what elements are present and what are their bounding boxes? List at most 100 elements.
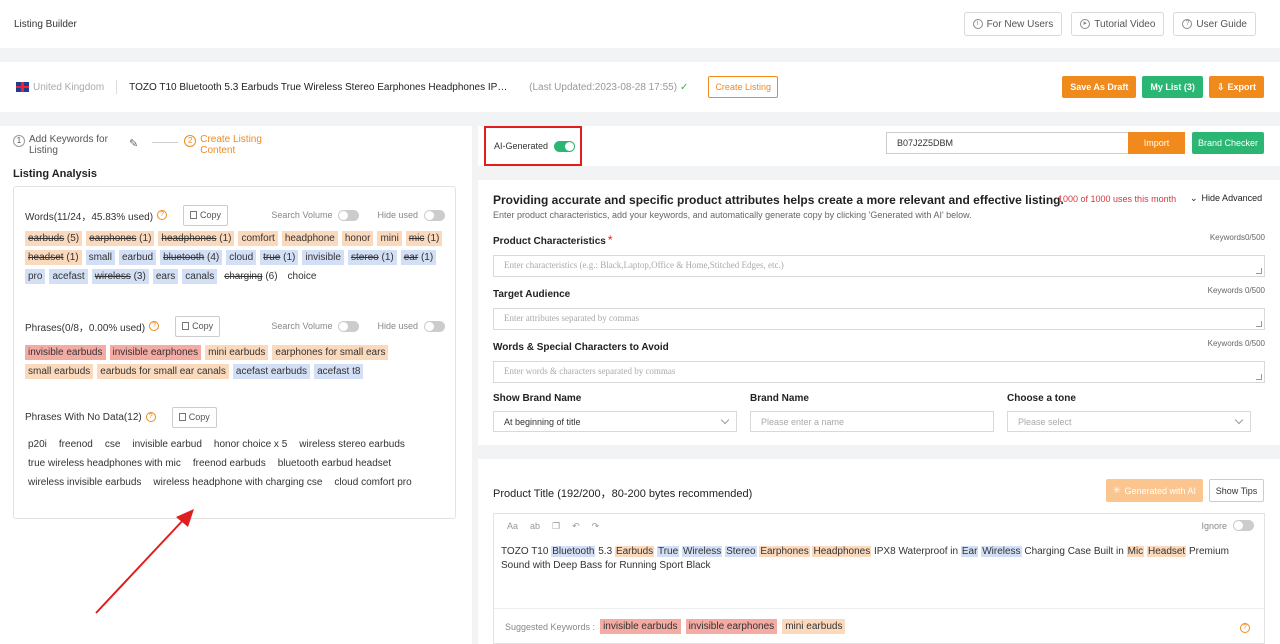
brand-name-input[interactable]: Please enter a name xyxy=(750,411,994,432)
word-chip[interactable]: cloud xyxy=(226,250,257,265)
word-chip[interactable]: earphones (1) xyxy=(86,231,155,246)
title-segment: 5.3 xyxy=(595,546,615,557)
word-chip[interactable]: invisible xyxy=(302,250,344,265)
product-characteristics-input[interactable]: Enter characteristics (e.g.: Black,Lapto… xyxy=(493,255,1265,277)
word-chip[interactable]: stereo (1) xyxy=(347,250,397,265)
asin-input[interactable]: B07J2Z5DBM xyxy=(886,132,1130,154)
nodata-chip[interactable]: invisible earbud xyxy=(129,437,205,452)
word-chip[interactable]: headphones (1) xyxy=(158,231,235,246)
search-volume-toggle[interactable] xyxy=(338,320,360,332)
nodata-chip[interactable]: freenod xyxy=(55,437,96,452)
word-chip[interactable]: acefast xyxy=(49,269,88,284)
edit-icon[interactable]: ✎ xyxy=(129,137,138,150)
undo-icon[interactable]: ↶ xyxy=(572,521,580,532)
case-icon[interactable]: Aa xyxy=(507,521,518,531)
uses-counter: 1000 of 1000 uses this month xyxy=(1058,194,1177,204)
my-list-button[interactable]: My List (3) xyxy=(1142,76,1203,98)
word-chip[interactable]: bluetooth (4) xyxy=(160,250,223,265)
nodata-chip[interactable]: freenod earbuds xyxy=(189,456,269,471)
word-chip[interactable]: ear (1) xyxy=(400,250,437,265)
tone-select[interactable]: Please select xyxy=(1007,411,1251,432)
form-heading: Providing accurate and specific product … xyxy=(493,193,1064,207)
keyword-highlight: Headphones xyxy=(812,546,872,557)
show-brand-name-field: Show Brand Name At beginning of title xyxy=(493,393,737,432)
ignore-toggle[interactable] xyxy=(1233,520,1254,531)
hide-used-toggle[interactable] xyxy=(424,209,445,221)
step-add-keywords[interactable]: 1 Add Keywords for Listing xyxy=(13,134,119,156)
save-as-draft-button[interactable]: Save As Draft xyxy=(1062,76,1137,98)
copy-icon[interactable]: ❐ xyxy=(552,521,560,532)
word-chip[interactable]: comfort xyxy=(238,231,278,246)
brand-checker-button[interactable]: Brand Checker xyxy=(1192,132,1264,154)
phrase-chip[interactable]: earphones for small ears xyxy=(272,345,389,360)
phrase-chip[interactable]: invisible earphones xyxy=(109,345,202,360)
word-chip[interactable]: earbud xyxy=(118,250,157,265)
word-chip[interactable]: choice xyxy=(284,269,320,284)
nodata-chip[interactable]: wireless invisible earbuds xyxy=(25,475,145,490)
word-chip[interactable]: honor xyxy=(341,231,374,246)
suggested-keyword-chip[interactable]: mini earbuds xyxy=(782,619,846,634)
word-chip[interactable]: mic (1) xyxy=(405,231,443,246)
copy-words-button[interactable]: Copy xyxy=(183,204,229,226)
word-chip[interactable]: mini xyxy=(377,231,402,246)
nodata-chip[interactable]: cloud comfort pro xyxy=(331,475,415,490)
lowercase-icon[interactable]: ab xyxy=(530,521,540,531)
export-button[interactable]: ⇩ Export xyxy=(1208,76,1264,98)
show-brand-name-select[interactable]: At beginning of title xyxy=(493,411,737,432)
copy-nodata-button[interactable]: Copy xyxy=(171,406,217,428)
help-icon[interactable]: ? xyxy=(1240,623,1250,633)
word-chip[interactable]: charging (6) xyxy=(221,269,281,284)
words-to-avoid-input[interactable]: Enter words & characters separated by co… xyxy=(493,361,1265,383)
step-create-listing-content[interactable]: 2 Create Listing Content xyxy=(184,134,272,156)
word-chip[interactable]: canals xyxy=(182,269,218,284)
phrases-section: Phrases(0/8，0.00% used) ? Copy Search Vo… xyxy=(25,315,445,379)
word-chip[interactable]: wireless (3) xyxy=(91,269,149,284)
word-chip[interactable]: earbuds (5) xyxy=(25,231,83,246)
help-icon[interactable]: ? xyxy=(145,412,156,422)
phrase-chip[interactable]: acefast earbuds xyxy=(232,364,311,379)
word-chip[interactable]: headphone xyxy=(281,231,338,246)
nodata-chip[interactable]: honor choice x 5 xyxy=(210,437,291,452)
nodata-chip[interactable]: wireless headphone with charging cse xyxy=(150,475,326,490)
hide-advanced-toggle[interactable]: ⌄ Hide Advanced xyxy=(1190,193,1262,204)
generated-with-ai-button[interactable]: ✳ Generated with AI xyxy=(1106,479,1203,502)
ai-generated-toggle[interactable] xyxy=(554,140,576,152)
user-guide-button[interactable]: ? User Guide xyxy=(1173,12,1256,36)
nodata-chip[interactable]: bluetooth earbud headset xyxy=(274,456,395,471)
help-icon[interactable]: ? xyxy=(157,210,168,220)
country-selector[interactable]: United Kingdom xyxy=(16,82,104,93)
copy-phrases-button[interactable]: Copy xyxy=(175,315,221,337)
keyword-highlight: Wireless xyxy=(681,546,723,557)
help-icon[interactable]: ? xyxy=(149,321,160,331)
word-chip[interactable]: headset (1) xyxy=(25,250,82,265)
chevron-down-icon: ⌄ xyxy=(1190,193,1198,203)
import-button[interactable]: Import xyxy=(1128,132,1185,154)
phrase-chip[interactable]: acefast t8 xyxy=(314,364,364,379)
nodata-section: Phrases With No Data(12) ? Copy p20i free… xyxy=(25,406,445,490)
word-chip[interactable]: small xyxy=(85,250,115,265)
nodata-chip[interactable]: p20i xyxy=(25,437,50,452)
check-icon: ✓ xyxy=(680,81,689,93)
title-text[interactable]: TOZO T10 Bluetooth 5.3 Earbuds True Wire… xyxy=(501,545,1259,573)
search-volume-toggle[interactable] xyxy=(338,209,360,221)
phrase-chip[interactable]: invisible earbuds xyxy=(25,345,106,360)
for-new-users-button[interactable]: i For New Users xyxy=(963,12,1063,36)
nodata-chip[interactable]: cse xyxy=(101,437,124,452)
suggested-keyword-chip[interactable]: invisible earphones xyxy=(685,619,778,634)
create-listing-button[interactable]: Create Listing xyxy=(708,76,778,98)
word-chip[interactable]: pro xyxy=(25,269,46,284)
phrase-chip[interactable]: mini earbuds xyxy=(205,345,269,360)
hide-used-toggle[interactable] xyxy=(424,320,445,332)
word-chip[interactable]: ears xyxy=(152,269,179,284)
nodata-chip[interactable]: wireless stereo earbuds xyxy=(296,437,408,452)
target-audience-input[interactable]: Enter attributes separated by commas xyxy=(493,308,1265,330)
nodata-chip[interactable]: true wireless headphones with mic xyxy=(25,456,184,471)
phrase-chip[interactable]: earbuds for small ear canals xyxy=(97,364,229,379)
redo-icon[interactable]: ↷ xyxy=(592,521,600,532)
tutorial-video-button[interactable]: ▸ Tutorial Video xyxy=(1071,12,1165,36)
show-tips-button[interactable]: Show Tips xyxy=(1209,479,1264,502)
suggested-keyword-chip[interactable]: invisible earbuds xyxy=(600,619,681,634)
product-title-header: TOZO T10 Bluetooth 5.3 Earbuds True Wire… xyxy=(129,81,510,93)
phrase-chip[interactable]: small earbuds xyxy=(25,364,94,379)
word-chip[interactable]: true (1) xyxy=(260,250,299,265)
